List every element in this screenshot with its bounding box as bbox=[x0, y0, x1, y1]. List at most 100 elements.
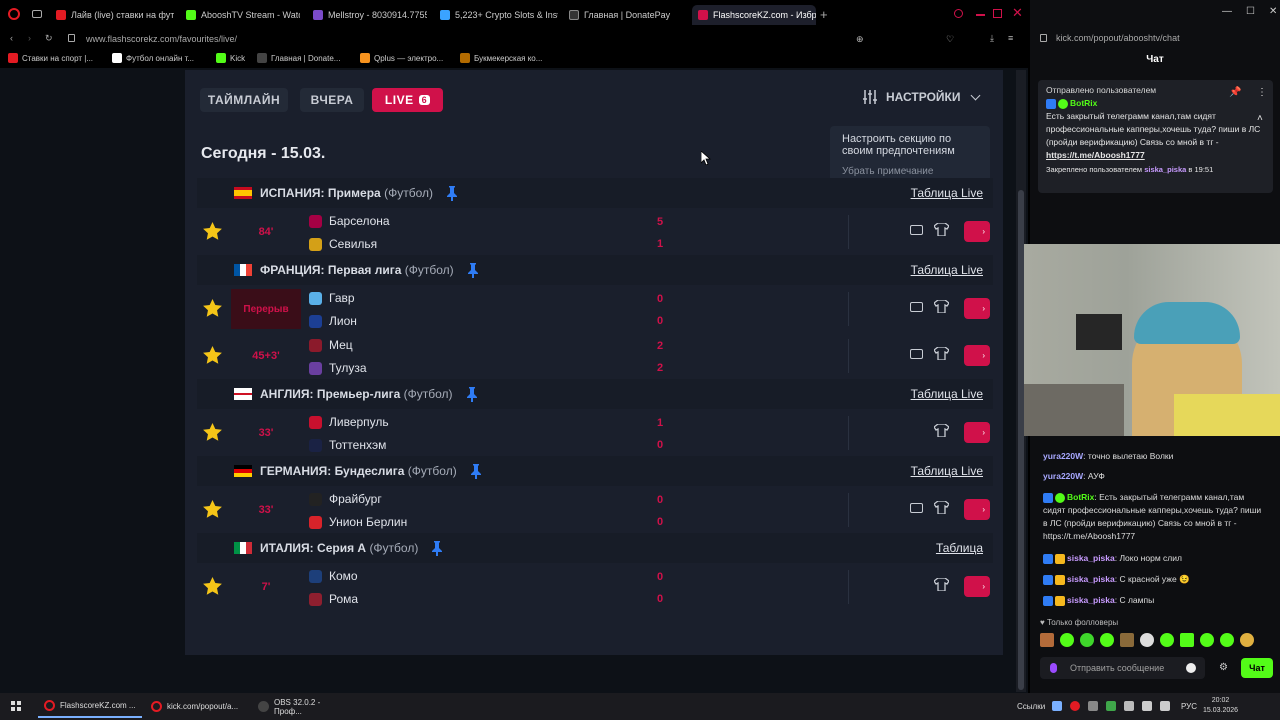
home-team[interactable]: Фрайбург bbox=[309, 492, 382, 506]
chevron-up-icon[interactable]: ˄ bbox=[1257, 112, 1263, 125]
favorite-star-icon[interactable] bbox=[203, 222, 222, 240]
pinned-link[interactable]: https://t.me/Aboosh1777 bbox=[1046, 149, 1265, 162]
tab-5[interactable]: Главная | DonatePay bbox=[563, 5, 687, 25]
pin-icon[interactable] bbox=[446, 185, 457, 201]
match-row[interactable]: Перерыв Гавр Лион 0 0 › bbox=[197, 286, 993, 332]
emote-icon[interactable] bbox=[1100, 633, 1114, 647]
emoji-icon[interactable] bbox=[1186, 663, 1196, 673]
chat-send-button[interactable]: Чат bbox=[1241, 658, 1273, 678]
home-team[interactable]: Комо bbox=[309, 569, 358, 583]
tab-2[interactable]: AbooshTV Stream - Watch bbox=[180, 5, 300, 25]
tab-3[interactable]: Mellstroy - 8030914.7755 bbox=[307, 5, 427, 25]
bookmark-item[interactable]: Qplus — электро... bbox=[360, 53, 443, 63]
chat-nick[interactable]: siska_piska bbox=[1067, 553, 1115, 563]
tab-timeline[interactable]: ТАЙМЛАЙН bbox=[200, 88, 288, 112]
forward-icon[interactable]: › bbox=[28, 33, 31, 43]
download-icon[interactable]: ⤓ bbox=[990, 33, 994, 44]
tray-icon[interactable] bbox=[1088, 701, 1098, 711]
zoom-icon[interactable]: ⊕ bbox=[856, 34, 864, 45]
tab-4[interactable]: 5,223+ Crypto Slots & Insta bbox=[434, 5, 558, 25]
home-team[interactable]: Гавр bbox=[309, 291, 355, 305]
jersey-icon[interactable] bbox=[934, 424, 949, 437]
home-team[interactable]: Барселона bbox=[309, 214, 390, 228]
league-name[interactable]: АНГЛИЯ: Премьер-лига (Футбол) bbox=[260, 387, 453, 401]
tray-icon[interactable] bbox=[1124, 701, 1134, 711]
live-stream-button[interactable]: › bbox=[964, 298, 990, 319]
tab-6-active[interactable]: FlashscoreKZ.com - Избр bbox=[692, 5, 816, 25]
favorite-star-icon[interactable] bbox=[203, 577, 222, 595]
opera-logo-icon[interactable] bbox=[8, 8, 20, 20]
close-icon[interactable]: ✕ bbox=[1269, 6, 1277, 17]
chat-nick[interactable]: BotRix bbox=[1067, 492, 1094, 502]
emote-icon[interactable] bbox=[1060, 633, 1074, 647]
search-tabs-icon[interactable] bbox=[954, 9, 963, 18]
emote-icon[interactable] bbox=[1080, 633, 1094, 647]
emote-icon[interactable] bbox=[1220, 633, 1234, 647]
url-field[interactable]: www.flashscorekz.com/favourites/live/ bbox=[86, 34, 237, 44]
volume-icon[interactable] bbox=[1142, 701, 1152, 711]
live-stream-button[interactable]: › bbox=[964, 499, 990, 520]
tab-switcher-icon[interactable] bbox=[32, 10, 42, 18]
new-tab-icon[interactable]: + bbox=[820, 7, 828, 22]
close-icon[interactable]: ✕ bbox=[1012, 5, 1023, 21]
emote-icon[interactable] bbox=[1140, 633, 1154, 647]
clock[interactable]: 20:02 15.03.2026 bbox=[1203, 696, 1238, 716]
league-name[interactable]: ИТАЛИЯ: Серия А (Футбол) bbox=[260, 541, 418, 555]
emote-icon[interactable] bbox=[1040, 633, 1054, 647]
live-stream-button[interactable]: › bbox=[964, 422, 990, 443]
jersey-icon[interactable] bbox=[934, 501, 949, 514]
favorite-star-icon[interactable] bbox=[203, 299, 222, 317]
away-team[interactable]: Лион bbox=[309, 314, 357, 328]
emote-icon[interactable] bbox=[1240, 633, 1254, 647]
standings-link[interactable]: Таблица Live bbox=[911, 387, 983, 401]
tv-icon[interactable] bbox=[910, 503, 923, 513]
jersey-icon[interactable] bbox=[934, 578, 949, 591]
emote-icon[interactable] bbox=[1160, 633, 1174, 647]
bookmark-item[interactable]: Букмекерская ко... bbox=[460, 53, 542, 63]
microphone-icon[interactable] bbox=[1050, 663, 1057, 673]
away-team[interactable]: Севилья bbox=[309, 237, 377, 251]
away-team[interactable]: Унион Берлин bbox=[309, 515, 407, 529]
chat-url[interactable]: kick.com/popout/abooshtv/chat bbox=[1056, 33, 1180, 43]
settings-button[interactable]: НАСТРОЙКИ bbox=[862, 90, 981, 104]
jersey-icon[interactable] bbox=[934, 347, 949, 360]
pin-icon[interactable] bbox=[466, 386, 477, 402]
reload-icon[interactable]: ↻ bbox=[45, 33, 53, 44]
menu-icon[interactable]: ≡ bbox=[1008, 33, 1013, 43]
match-row[interactable]: 33' Ливерпуль Тоттенхэм 1 0 › bbox=[197, 410, 993, 456]
pinned-user[interactable]: siska_piska bbox=[1144, 165, 1186, 174]
league-name[interactable]: ГЕРМАНИЯ: Бундеслига (Футбол) bbox=[260, 464, 457, 478]
away-team[interactable]: Тулуза bbox=[309, 361, 367, 375]
bookmark-item[interactable]: Главная | Donate... bbox=[257, 53, 340, 63]
favorite-star-icon[interactable] bbox=[203, 423, 222, 441]
back-icon[interactable]: ‹ bbox=[10, 33, 13, 43]
tab-1[interactable]: Лайв (live) ставки на футб bbox=[50, 5, 174, 25]
pin-icon[interactable] bbox=[467, 262, 478, 278]
dismiss-note-link[interactable]: Убрать примечание bbox=[842, 166, 978, 177]
tray-icon[interactable] bbox=[1070, 701, 1080, 711]
emote-icon[interactable] bbox=[1200, 633, 1214, 647]
pin-icon[interactable] bbox=[470, 463, 481, 479]
links-label[interactable]: Ссылки bbox=[1017, 702, 1045, 711]
windows-start-icon[interactable] bbox=[11, 701, 21, 711]
live-stream-button[interactable]: › bbox=[964, 576, 990, 597]
tv-icon[interactable] bbox=[910, 225, 923, 235]
league-name[interactable]: ИСПАНИЯ: Примера (Футбол) bbox=[260, 186, 433, 200]
minimize-icon[interactable] bbox=[976, 14, 985, 16]
tray-icon[interactable] bbox=[1106, 701, 1116, 711]
tab-live[interactable]: LIVE 6 bbox=[372, 88, 443, 112]
chat-nick[interactable]: yura220W bbox=[1043, 471, 1083, 481]
language-indicator[interactable]: РУС bbox=[1181, 702, 1197, 711]
chat-input[interactable]: Отправить сообщение bbox=[1040, 657, 1205, 679]
taskbar-item-kick[interactable]: kick.com/popout/a... bbox=[145, 695, 249, 718]
chat-settings-icon[interactable]: ⚙ bbox=[1219, 662, 1228, 673]
maximize-icon[interactable] bbox=[993, 9, 1002, 18]
bookmark-item[interactable]: Футбол онлайн т... bbox=[112, 53, 194, 63]
chat-nick[interactable]: siska_piska bbox=[1067, 574, 1115, 584]
bot-nick[interactable]: BotRix bbox=[1070, 98, 1097, 108]
favorite-star-icon[interactable] bbox=[203, 346, 222, 364]
standings-link[interactable]: Таблица bbox=[936, 541, 983, 555]
maximize-icon[interactable]: ☐ bbox=[1246, 6, 1255, 17]
pin-icon[interactable] bbox=[432, 540, 443, 556]
tab-yesterday[interactable]: ВЧЕРА bbox=[300, 88, 364, 112]
